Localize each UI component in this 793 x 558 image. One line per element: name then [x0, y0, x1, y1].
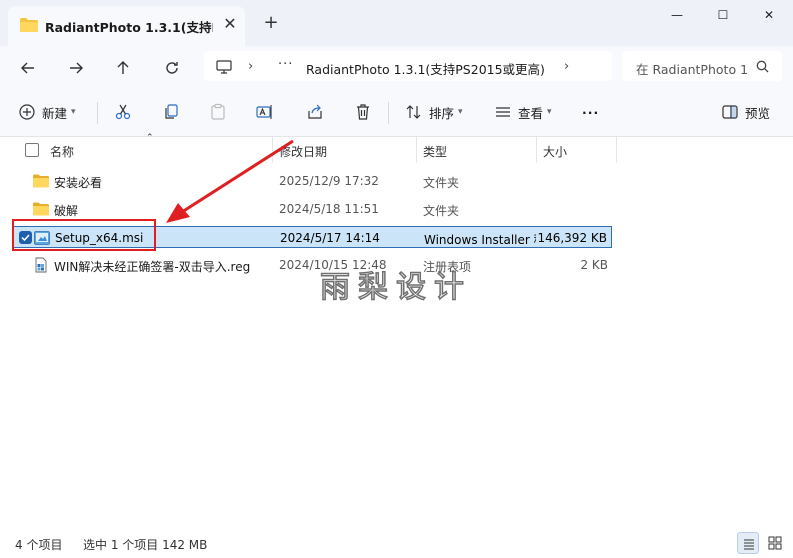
arrow-left-icon — [21, 62, 34, 74]
select-all-checkbox[interactable] — [25, 143, 39, 157]
registry-file-icon — [35, 257, 47, 273]
details-view-icon — [744, 539, 754, 550]
divider — [388, 102, 389, 124]
computer-icon — [216, 60, 232, 74]
tab-radiantphoto[interactable]: RadiantPhoto 1.3.1(支持PS2015或更高) ✕ — [8, 6, 245, 46]
share-icon — [308, 104, 322, 119]
back-button[interactable] — [13, 53, 43, 83]
copy-button[interactable] — [162, 100, 180, 124]
column-type[interactable]: 类型 — [423, 143, 447, 160]
column-name[interactable]: 名称 — [50, 143, 74, 160]
close-button[interactable]: ✕ — [747, 0, 791, 30]
file-row[interactable]: 破解 2024/5/18 11:51 文件夹 — [12, 198, 612, 220]
scissors-icon — [115, 104, 131, 120]
minimize-button[interactable]: — — [655, 0, 699, 30]
forward-button[interactable] — [61, 53, 91, 83]
plus-circle-icon — [19, 104, 35, 120]
cut-button[interactable] — [114, 100, 132, 124]
sort-button[interactable]: 排序 ▾ — [405, 100, 463, 124]
file-type: 文件夹 — [423, 176, 460, 190]
sort-label: 排序 — [429, 105, 455, 121]
new-label: 新建 — [42, 105, 68, 121]
clipboard-icon — [211, 103, 225, 120]
file-size: 2 KB — [580, 258, 608, 272]
maximize-button[interactable]: ☐ — [701, 0, 745, 30]
column-divider[interactable] — [616, 137, 617, 163]
column-divider[interactable] — [536, 137, 537, 163]
address-path[interactable]: RadiantPhoto 1.3.1(支持PS2015或更高) — [306, 59, 545, 78]
chevron-right-icon[interactable]: › — [248, 59, 253, 74]
column-size[interactable]: 大小 — [543, 143, 567, 160]
view-label: 查看 — [518, 105, 544, 121]
details-view-button[interactable] — [737, 532, 759, 554]
delete-button[interactable] — [354, 100, 372, 124]
annotation-highlight-box — [12, 219, 156, 251]
refresh-icon — [166, 62, 178, 74]
file-row[interactable]: WIN解决未经正确签署-双击导入.reg 2024/10/15 12:48 注册… — [12, 254, 612, 276]
chevron-down-icon: ▾ — [458, 107, 463, 117]
more-options-button[interactable]: ··· — [582, 100, 599, 124]
column-header: 名称 ⌃ 修改日期 类型 大小 — [0, 133, 793, 163]
file-date: 2024/5/18 11:51 — [279, 202, 379, 216]
rename-button[interactable] — [256, 100, 274, 124]
arrow-up-icon — [117, 61, 129, 74]
chevron-right-icon[interactable]: › — [564, 59, 569, 74]
preview-pane-icon — [722, 105, 738, 119]
command-bar: 新建 ▾ 排序 ▾ 查看 ▾ ··· 预览 — [0, 88, 793, 137]
column-divider[interactable] — [416, 137, 417, 163]
tab-close-icon[interactable]: ✕ — [220, 14, 240, 34]
file-name: 安装必看 — [54, 176, 103, 190]
address-bar[interactable]: › ··· RadiantPhoto 1.3.1(支持PS2015或更高) › — [204, 51, 612, 81]
column-date[interactable]: 修改日期 — [279, 143, 327, 160]
trash-icon — [357, 104, 369, 120]
search-icon — [756, 60, 769, 73]
file-name: WIN解决未经正确签署-双击导入.reg — [54, 260, 251, 274]
item-count: 4 个项目 — [15, 538, 63, 552]
file-type: Windows Installer 程序包 — [424, 233, 536, 247]
file-type: 文件夹 — [423, 204, 460, 218]
file-size: 146,392 KB — [537, 231, 607, 245]
search-input[interactable]: 在 RadiantPhoto 1.3.1(支持PS2015或更高) 中搜索 — [636, 59, 748, 78]
search-box[interactable]: 在 RadiantPhoto 1.3.1(支持PS2015或更高) 中搜索 — [622, 51, 782, 81]
folder-icon — [20, 18, 38, 32]
navigation-bar: › ··· RadiantPhoto 1.3.1(支持PS2015或更高) › … — [0, 46, 793, 88]
up-button[interactable] — [108, 53, 138, 83]
status-bar: 4 个项目 选中 1 个项目 142 MB — [0, 528, 793, 558]
file-list: 名称 ⌃ 修改日期 类型 大小 安装必看 2025/12/9 17:32 文件夹… — [0, 133, 793, 527]
sort-icon — [406, 105, 421, 119]
refresh-button[interactable] — [157, 53, 187, 83]
divider — [97, 102, 98, 124]
folder-icon — [33, 174, 49, 188]
file-row[interactable]: 安装必看 2025/12/9 17:32 文件夹 — [12, 170, 612, 192]
paste-button[interactable] — [209, 100, 227, 124]
preview-button[interactable]: 预览 — [721, 100, 770, 124]
file-date: 2024/5/17 14:14 — [280, 231, 380, 245]
chevron-down-icon: ▾ — [71, 107, 76, 117]
new-tab-button[interactable]: + — [260, 12, 282, 34]
title-bar: RadiantPhoto 1.3.1(支持PS2015或更高) ✕ + — ☐ … — [0, 0, 793, 46]
selection-info: 选中 1 个项目 142 MB — [83, 538, 208, 552]
tab-title: RadiantPhoto 1.3.1(支持PS2015或更高) — [45, 20, 213, 35]
rename-icon — [256, 105, 272, 119]
column-divider[interactable] — [272, 137, 273, 163]
copy-icon — [165, 104, 178, 119]
tiles-view-button[interactable] — [764, 532, 786, 554]
watermark-text: 雨梨设计 — [319, 269, 472, 306]
arrow-right-icon — [70, 62, 83, 74]
sort-ascending-icon: ⌃ — [146, 133, 154, 143]
new-button[interactable]: 新建 ▾ — [18, 100, 76, 124]
file-date: 2025/12/9 17:32 — [279, 174, 379, 188]
address-more-button[interactable]: ··· — [278, 57, 293, 72]
file-name: 破解 — [54, 204, 79, 218]
tiles-view-icon — [768, 536, 782, 550]
folder-icon — [33, 202, 49, 216]
view-button[interactable]: 查看 ▾ — [494, 100, 552, 124]
view-list-icon — [496, 107, 510, 117]
chevron-down-icon: ▾ — [547, 107, 552, 117]
preview-label: 预览 — [745, 105, 771, 121]
share-button[interactable] — [306, 100, 324, 124]
